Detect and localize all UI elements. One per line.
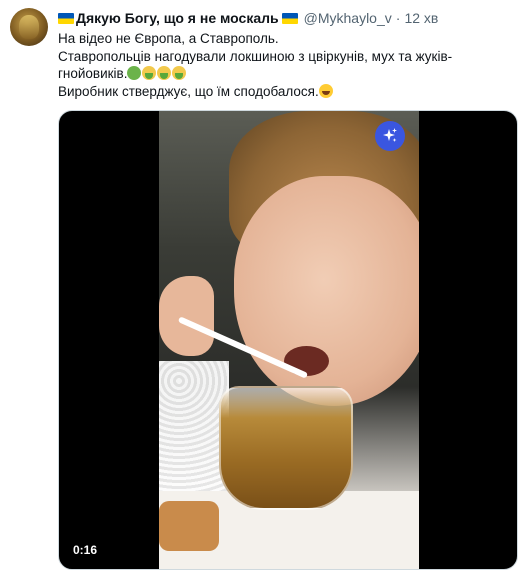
tweet-line-4-text: Виробник стверджує, що їм сподобалося. [58, 83, 319, 99]
video-scene-hand [159, 276, 214, 356]
tweet-line-3-text: гнойовиків. [58, 66, 128, 81]
tweet-line-2: Ставропольців нагодували локшиною з цвір… [58, 48, 453, 64]
nauseated-face-icon [127, 66, 142, 80]
vomiting-face-icon [172, 66, 187, 80]
tweet-line-3: гнойовиків. [58, 65, 518, 83]
video-duration: 0:16 [69, 541, 102, 559]
tweet-timestamp[interactable]: 12 хв [404, 10, 438, 26]
video-scene-face [234, 176, 419, 406]
display-name[interactable]: Дякую Богу, що я не москаль [76, 10, 279, 26]
video-scene-pastry [159, 501, 219, 551]
sparkle-icon[interactable] [375, 121, 405, 151]
tweet[interactable]: Дякую Богу, що я не москаль @Mykhaylo_v … [0, 0, 528, 573]
vomiting-face-icon [142, 66, 157, 80]
video-player[interactable]: 0:16 [58, 110, 518, 570]
user-handle[interactable]: @Mykhaylo_v [304, 10, 392, 26]
avatar-image [19, 15, 39, 39]
tweet-line-1: На відео не Європа, а Ставрополь. [58, 31, 279, 46]
video-scene-bowl [219, 386, 353, 510]
avatar[interactable] [10, 8, 48, 46]
separator-dot: · [395, 10, 401, 26]
tweet-text: На відео не Європа, а Ставрополь. Ставро… [58, 30, 518, 100]
ukraine-flag-icon [281, 12, 298, 24]
video-frame[interactable] [159, 111, 419, 569]
tweet-header: Дякую Богу, що я не москаль @Mykhaylo_v … [58, 8, 438, 28]
ukraine-flag-icon [58, 12, 74, 24]
laughing-face-icon [318, 83, 333, 98]
vomiting-face-icon [157, 66, 172, 80]
tweet-line-4: Виробник стверджує, що їм сподобалося. [58, 83, 518, 101]
